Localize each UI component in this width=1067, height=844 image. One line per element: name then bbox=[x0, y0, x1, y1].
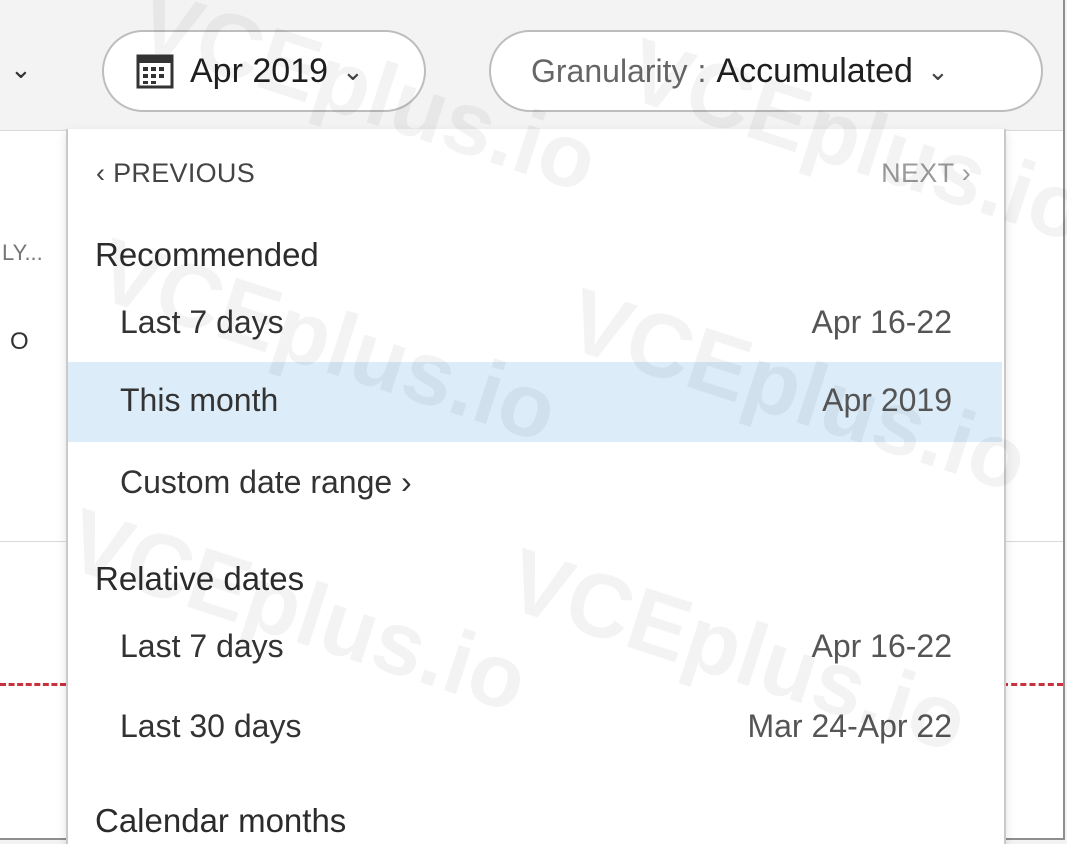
granularity-separator: : bbox=[697, 52, 707, 89]
option-last-30-days[interactable]: Last 30 days Mar 24-Apr 22 bbox=[68, 688, 1002, 768]
app-frame: ⌄ Apr 2019 ⌄ Granularity : Accumulated ⌄… bbox=[0, 0, 1067, 844]
option-label: Last 7 days bbox=[120, 304, 284, 340]
option-label: Last 7 days bbox=[120, 628, 284, 664]
section-heading-relative: Relative dates bbox=[95, 560, 305, 597]
option-custom-date-range[interactable]: Custom date range › bbox=[68, 444, 1002, 524]
granularity-selector[interactable]: Granularity : Accumulated ⌄ bbox=[489, 30, 1043, 112]
option-last-7-days[interactable]: Last 7 days Apr 16-22 bbox=[68, 284, 1002, 364]
option-label: Custom date range › bbox=[120, 464, 412, 500]
previous-button[interactable]: ‹ PREVIOUS bbox=[96, 158, 255, 189]
option-value: Mar 24-Apr 22 bbox=[747, 708, 952, 744]
next-button[interactable]: NEXT › bbox=[881, 158, 971, 189]
option-value: Apr 16-22 bbox=[811, 304, 952, 340]
option-label: Last 30 days bbox=[120, 708, 302, 744]
date-picker-button[interactable]: Apr 2019 ⌄ bbox=[102, 30, 426, 112]
granularity-value: Accumulated bbox=[716, 51, 913, 90]
granularity-label: Granularity bbox=[531, 52, 688, 89]
section-heading-recommended: Recommended bbox=[95, 236, 319, 273]
chevron-down-icon: ⌄ bbox=[342, 55, 364, 86]
chart-dash-line bbox=[0, 683, 66, 686]
toolbar: ⌄ Apr 2019 ⌄ Granularity : Accumulated ⌄ bbox=[0, 0, 1063, 131]
option-relative-last-7-days[interactable]: Last 7 days Apr 16-22 bbox=[68, 608, 1002, 688]
chevron-down-icon: ⌄ bbox=[926, 55, 949, 86]
chart-dash-line bbox=[1002, 683, 1063, 686]
divider bbox=[0, 541, 66, 542]
divider bbox=[1002, 541, 1063, 542]
option-value: Apr 2019 bbox=[822, 382, 952, 418]
option-this-month[interactable]: This month Apr 2019 bbox=[68, 362, 1002, 442]
option-value: Apr 16-22 bbox=[811, 628, 952, 664]
date-picker-label: Apr 2019 bbox=[190, 51, 328, 90]
option-label: This month bbox=[120, 382, 279, 418]
truncated-label: LY... bbox=[2, 240, 43, 265]
section-heading-calendar: Calendar months bbox=[95, 802, 347, 839]
chevron-down-icon[interactable]: ⌄ bbox=[10, 54, 32, 85]
calendar-icon bbox=[136, 54, 174, 89]
truncated-label: O bbox=[10, 328, 29, 355]
